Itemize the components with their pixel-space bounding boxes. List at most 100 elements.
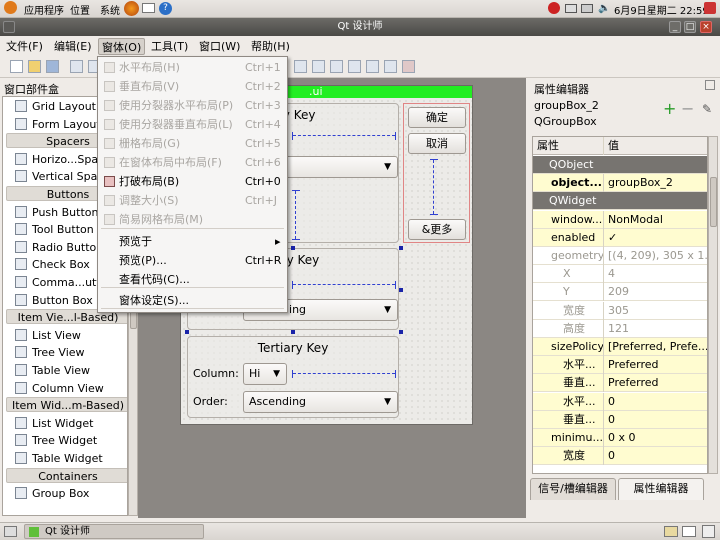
form-menu-item[interactable]: 使用分裂器垂直布局(L) Ctrl+4: [99, 115, 286, 134]
buttons-layout[interactable]: 确定 取消 &更多: [403, 103, 470, 243]
property-value[interactable]: 209: [605, 283, 707, 301]
property-scrollbar[interactable]: [708, 136, 718, 474]
layout-horizontal-icon[interactable]: [294, 60, 307, 73]
property-row[interactable]: 高度 121: [533, 319, 707, 338]
widget-item[interactable]: Table View: [15, 362, 127, 379]
widget-category[interactable]: Containers: [6, 467, 127, 483]
power-icon[interactable]: [704, 2, 716, 14]
configure-icon[interactable]: ✎: [702, 102, 712, 116]
property-value[interactable]: groupBox_2: [605, 174, 707, 192]
form-menu-item[interactable]: 打破布局(B) Ctrl+0: [99, 172, 286, 191]
property-row[interactable]: Y 209: [533, 283, 707, 302]
mail-icon[interactable]: [142, 3, 155, 13]
property-section[interactable]: QObject: [533, 156, 707, 174]
property-row[interactable]: object... groupBox_2: [533, 174, 707, 193]
window-menu-icon[interactable]: [3, 21, 15, 33]
battery-icon[interactable]: [581, 4, 593, 13]
property-value[interactable]: ✓: [605, 229, 707, 247]
widget-item[interactable]: List View: [15, 327, 127, 344]
menu-form[interactable]: 窗体(O): [98, 38, 146, 55]
property-row[interactable]: geometry [(4, 209), 305 x 1...: [533, 247, 707, 265]
widget-item[interactable]: List Widget: [15, 415, 127, 432]
break-layout-icon[interactable]: [402, 60, 415, 73]
property-row[interactable]: 水平... 0: [533, 392, 707, 411]
new-form-icon[interactable]: [10, 60, 23, 73]
property-table[interactable]: 属性 值 QObject object... groupBox_2 QWidget wi…: [532, 136, 708, 474]
property-row[interactable]: 垂直... Preferred: [533, 374, 707, 393]
applications-menu[interactable]: 应用程序: [24, 2, 64, 17]
order-combo[interactable]: Ascending ▼: [243, 391, 398, 413]
property-value[interactable]: 305: [605, 302, 707, 320]
property-row[interactable]: 水平... Preferred: [533, 356, 707, 375]
property-value[interactable]: [(4, 209), 305 x 1...: [605, 247, 707, 265]
undo-icon[interactable]: [70, 60, 83, 73]
property-value[interactable]: NonModal: [605, 211, 707, 229]
form-menu-item[interactable]: 预览(P)... Ctrl+R: [99, 251, 286, 270]
update-notifier-icon[interactable]: [548, 2, 560, 14]
form-menu-item[interactable]: 垂直布局(V) Ctrl+2: [99, 77, 286, 96]
clock[interactable]: 6月9日星期二 22:59: [614, 2, 709, 17]
property-row[interactable]: window... NonModal: [533, 210, 707, 229]
widget-item[interactable]: Tree Widget: [15, 432, 127, 449]
menu-window[interactable]: 窗口(W): [196, 38, 243, 55]
places-menu[interactable]: 位置: [70, 2, 90, 17]
menu-edit[interactable]: 编辑(E): [51, 38, 95, 55]
vertical-spacer[interactable]: [292, 190, 300, 240]
property-value[interactable]: 4: [605, 265, 707, 283]
form-menu-item[interactable]: 在窗体布局中布局(F) Ctrl+6: [99, 153, 286, 172]
widget-category[interactable]: Item Wid...m-Based): [6, 397, 127, 413]
tertiary-key-groupbox[interactable]: Tertiary Key Column: Hi ▼ Order: Ascendin…: [187, 336, 399, 418]
network-icon[interactable]: [565, 4, 577, 13]
window-titlebar[interactable]: Qt 设计师 _ □ ×: [0, 18, 720, 36]
float-panel-icon[interactable]: [705, 80, 715, 90]
show-desktop-icon[interactable]: [4, 526, 17, 537]
close-icon[interactable]: ×: [700, 21, 712, 33]
ok-button[interactable]: 确定: [408, 107, 466, 128]
selection-handle[interactable]: [399, 330, 403, 334]
save-icon[interactable]: [46, 60, 59, 73]
property-section[interactable]: QWidget: [533, 192, 707, 211]
workspace-2-icon[interactable]: [682, 526, 696, 537]
tab-signal-slot-editor[interactable]: 信号/槽编辑器: [530, 478, 616, 500]
add-property-icon[interactable]: +: [663, 101, 676, 117]
menu-help[interactable]: 帮助(H): [248, 38, 293, 55]
property-value[interactable]: 0 x 0: [605, 429, 707, 447]
property-row[interactable]: X4: [533, 265, 707, 284]
workspace-1-icon[interactable]: [664, 526, 678, 537]
column-combo[interactable]: Hi ▼: [243, 363, 287, 385]
trash-icon[interactable]: [702, 525, 715, 538]
form-menu-item[interactable]: 简易网格布局(M): [99, 210, 286, 229]
cancel-button[interactable]: 取消: [408, 133, 466, 154]
property-row[interactable]: 垂直... 0: [533, 410, 707, 429]
volume-icon[interactable]: 🔈: [598, 3, 610, 14]
property-value[interactable]: 0: [605, 411, 707, 429]
scrollbar-thumb[interactable]: [710, 177, 717, 227]
system-menu[interactable]: 系统: [100, 2, 120, 17]
form-menu-item[interactable]: 预览于 ▸: [99, 232, 286, 251]
property-value[interactable]: 121: [605, 320, 707, 338]
widget-item[interactable]: Table Widget: [15, 450, 127, 467]
more-button[interactable]: &更多: [408, 219, 466, 240]
selection-handle[interactable]: [291, 330, 295, 334]
property-value[interactable]: [Preferred, Prefe...: [605, 338, 707, 356]
selection-handle[interactable]: [399, 288, 403, 292]
property-value[interactable]: Preferred: [605, 374, 707, 392]
property-row[interactable]: sizePolicy [Preferred, Prefe...: [533, 338, 707, 356]
maximize-icon[interactable]: □: [684, 21, 696, 33]
property-value[interactable]: 0: [605, 393, 707, 411]
form-menu-item[interactable]: 水平布局(H) Ctrl+1: [99, 58, 286, 77]
widget-item[interactable]: Group Box: [15, 485, 127, 502]
widget-item[interactable]: Tree View: [15, 344, 127, 361]
menu-file[interactable]: 文件(F): [3, 38, 46, 55]
property-row[interactable]: minimu... 0 x 0: [533, 429, 707, 447]
open-icon[interactable]: [28, 60, 41, 73]
property-value[interactable]: 0: [605, 447, 707, 465]
ubuntu-logo-icon[interactable]: [4, 1, 17, 14]
form-menu-item[interactable]: 调整大小(S) Ctrl+J: [99, 191, 286, 210]
property-row[interactable]: 宽度 305: [533, 301, 707, 320]
form-menu-item[interactable]: 使用分裂器水平布局(P) Ctrl+3: [99, 96, 286, 115]
form-menu-item[interactable]: 栅格布局(G) Ctrl+5: [99, 134, 286, 153]
layout-grid-icon[interactable]: [366, 60, 379, 73]
minimize-icon[interactable]: _: [669, 21, 681, 33]
selection-handle[interactable]: [399, 246, 403, 250]
